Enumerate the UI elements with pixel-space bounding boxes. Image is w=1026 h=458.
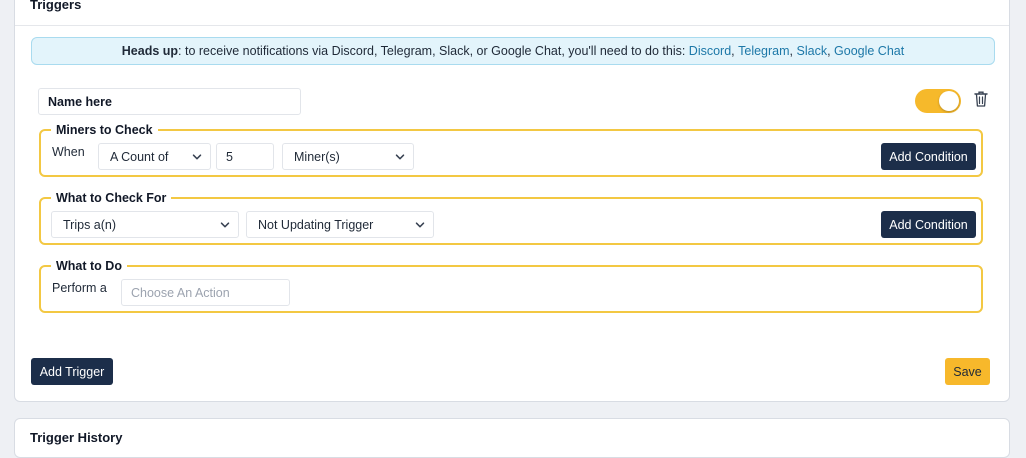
choose-action-input[interactable] [121,279,290,306]
trigger-history-card: Trigger History [14,418,1010,458]
google-chat-link[interactable]: Google Chat [834,44,904,58]
count-value-input[interactable] [216,143,274,170]
alert-prefix: Heads up [121,44,179,58]
what-to-do-group: What to Do Perform a [39,259,983,313]
chevron-down-icon [395,154,405,160]
card-title: Triggers [30,0,82,12]
add-condition-button[interactable]: Add Condition [881,211,976,238]
group-legend: What to Check For [56,191,167,205]
select-value: Trips a(n) [63,217,117,232]
count-type-select[interactable]: A Count of [98,143,211,170]
discord-link[interactable]: Discord [689,44,731,58]
group-legend: What to Do [56,259,122,273]
trips-select[interactable]: Trips a(n) [51,211,239,238]
triggers-card: Triggers Heads up : to receive notificat… [14,0,1010,402]
when-label: When [52,145,85,159]
trash-icon[interactable] [973,90,989,108]
alert-separator: , [731,44,739,58]
chevron-down-icon [192,154,202,160]
alert-text: : to receive notifications via Discord, … [178,44,689,58]
select-value: Not Updating Trigger [258,217,374,232]
trigger-enabled-toggle[interactable] [915,89,961,113]
save-button[interactable]: Save [945,358,990,385]
telegram-link[interactable]: Telegram [738,44,789,58]
group-legend: Miners to Check [56,123,153,137]
miner-unit-select[interactable]: Miner(s) [282,143,414,170]
card-divider [15,25,1009,26]
chevron-down-icon [220,222,230,228]
trigger-name-input[interactable] [38,88,301,115]
alert-separator: , [789,44,797,58]
miners-to-check-group: Miners to Check When A Count of Miner(s)… [39,123,983,177]
alert-separator: , [827,44,835,58]
trigger-type-select[interactable]: Not Updating Trigger [246,211,434,238]
heads-up-alert: Heads up : to receive notifications via … [31,37,995,65]
toggle-knob [939,91,959,111]
chevron-down-icon [415,222,425,228]
select-value: Miner(s) [294,149,340,164]
perform-label: Perform a [52,281,107,295]
select-value: A Count of [110,149,169,164]
add-condition-button[interactable]: Add Condition [881,143,976,170]
what-to-check-for-group: What to Check For Trips a(n) Not Updatin… [39,191,983,245]
add-trigger-button[interactable]: Add Trigger [31,358,113,385]
slack-link[interactable]: Slack [797,44,828,58]
card-title: Trigger History [30,430,123,445]
